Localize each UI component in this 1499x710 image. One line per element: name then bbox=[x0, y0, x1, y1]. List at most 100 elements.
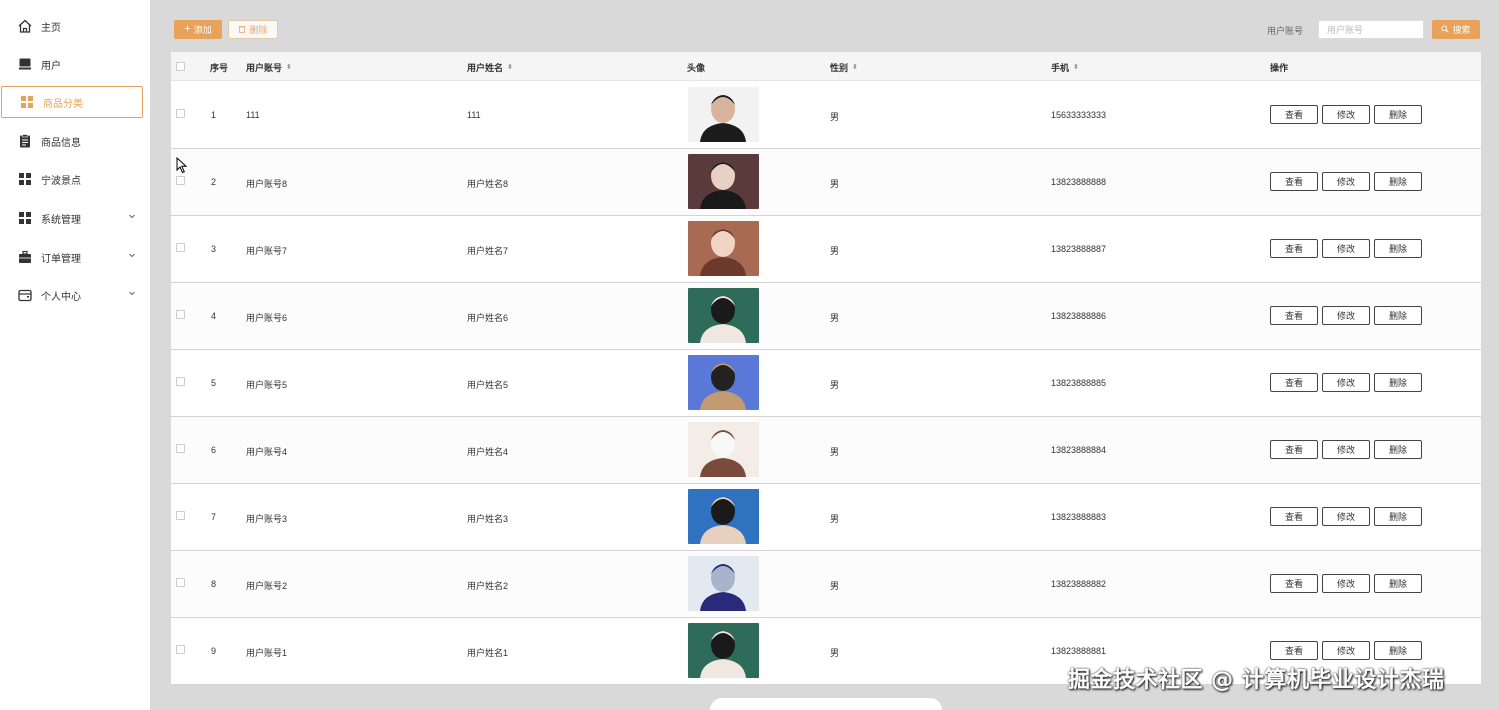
delete-button[interactable]: 删除 bbox=[1374, 440, 1422, 459]
row-phone: 13823888886 bbox=[1051, 311, 1107, 321]
table-row: 2 用户账号8 用户姓名8 男 13823888888 查看 修改 删除 bbox=[171, 149, 1481, 216]
delete-button[interactable]: 删除 bbox=[1374, 507, 1422, 526]
header-account-label: 用户账号 bbox=[246, 63, 283, 73]
row-name: 用户姓名5 bbox=[467, 380, 509, 390]
delete-button[interactable]: 删除 bbox=[1374, 105, 1422, 124]
delete-button[interactable]: 删除 bbox=[1374, 306, 1422, 325]
row-checkbox[interactable] bbox=[176, 444, 185, 453]
row-index: 3 bbox=[211, 244, 217, 254]
row-name: 用户姓名3 bbox=[467, 514, 509, 524]
sidebar-item-label: 系统管理 bbox=[41, 214, 81, 226]
sidebar-item[interactable]: 订单管理 bbox=[0, 241, 150, 273]
view-button[interactable]: 查看 bbox=[1270, 574, 1318, 593]
edit-button[interactable]: 修改 bbox=[1322, 306, 1370, 325]
row-checkbox[interactable] bbox=[176, 176, 185, 185]
row-account: 用户账号3 bbox=[246, 514, 288, 524]
view-button[interactable]: 查看 bbox=[1270, 373, 1318, 392]
sidebar-item[interactable]: 系统管理 bbox=[0, 202, 150, 234]
sidebar-item[interactable]: 宁波景点 bbox=[0, 163, 150, 195]
row-checkbox[interactable] bbox=[176, 377, 185, 386]
sidebar-item-label: 商品分类 bbox=[43, 98, 83, 110]
row-index: 1 bbox=[211, 110, 217, 120]
row-checkbox[interactable] bbox=[176, 511, 185, 520]
view-button[interactable]: 查看 bbox=[1270, 306, 1318, 325]
row-name: 用户姓名7 bbox=[467, 246, 509, 256]
search-button[interactable]: 搜索 bbox=[1432, 20, 1480, 39]
row-gender: 男 bbox=[830, 246, 840, 256]
search-input[interactable] bbox=[1318, 20, 1424, 39]
row-account: 用户账号5 bbox=[246, 380, 288, 390]
row-gender: 男 bbox=[830, 380, 840, 390]
row-account: 111 bbox=[246, 110, 260, 120]
edit-button[interactable]: 修改 bbox=[1322, 574, 1370, 593]
header-phone[interactable]: 手机 ⬍ bbox=[1051, 61, 1079, 74]
view-button[interactable]: 查看 bbox=[1270, 172, 1318, 191]
row-checkbox[interactable] bbox=[176, 109, 185, 118]
watermark: 掘金技术社区 @ 计算机毕业设计杰瑞 bbox=[1068, 668, 1445, 693]
mouse-cursor-icon bbox=[176, 156, 188, 177]
user-icon bbox=[17, 56, 33, 72]
edit-button[interactable]: 修改 bbox=[1322, 172, 1370, 191]
pagination[interactable] bbox=[710, 698, 942, 710]
edit-button[interactable]: 修改 bbox=[1322, 507, 1370, 526]
row-checkbox[interactable] bbox=[176, 645, 185, 654]
delete-button[interactable]: 删除 bbox=[1374, 172, 1422, 191]
sidebar-item-label: 商品信息 bbox=[41, 137, 81, 149]
row-phone: 13823888884 bbox=[1051, 445, 1107, 455]
sidebar-item-label: 主页 bbox=[41, 22, 61, 34]
sort-icon[interactable]: ⬍ bbox=[1073, 64, 1079, 71]
header-actions: 操作 bbox=[1270, 61, 1288, 74]
view-button[interactable]: 查看 bbox=[1270, 507, 1318, 526]
header-name-label: 用户姓名 bbox=[467, 63, 504, 73]
sidebar-item[interactable]: 商品信息 bbox=[0, 125, 150, 157]
batch-delete-button[interactable]: 删除 bbox=[228, 20, 278, 39]
sidebar-item[interactable]: 个人中心 bbox=[0, 279, 150, 311]
edit-button[interactable]: 修改 bbox=[1322, 239, 1370, 258]
sidebar-item[interactable]: 用户 bbox=[0, 48, 150, 80]
row-account: 用户账号6 bbox=[246, 313, 288, 323]
row-gender: 男 bbox=[830, 179, 840, 189]
avatar bbox=[688, 221, 759, 276]
add-button[interactable]: + 添加 bbox=[174, 20, 222, 39]
sort-icon[interactable]: ⬍ bbox=[852, 64, 858, 71]
view-button[interactable]: 查看 bbox=[1270, 641, 1318, 660]
view-button[interactable]: 查看 bbox=[1270, 239, 1318, 258]
row-gender: 男 bbox=[830, 447, 840, 457]
edit-button[interactable]: 修改 bbox=[1322, 373, 1370, 392]
header-index-label: 序号 bbox=[210, 63, 229, 73]
row-checkbox[interactable] bbox=[176, 578, 185, 587]
table-row: 4 用户账号6 用户姓名6 男 13823888886 查看 修改 删除 bbox=[171, 283, 1481, 350]
sidebar-item[interactable]: 主页 bbox=[0, 10, 150, 42]
row-name: 用户姓名4 bbox=[467, 447, 509, 457]
sidebar-item-label: 订单管理 bbox=[41, 253, 81, 265]
delete-button[interactable]: 删除 bbox=[1374, 239, 1422, 258]
sort-icon[interactable]: ⬍ bbox=[286, 64, 292, 71]
edit-button[interactable]: 修改 bbox=[1322, 641, 1370, 660]
delete-button[interactable]: 删除 bbox=[1374, 641, 1422, 660]
select-all-checkbox[interactable] bbox=[176, 62, 185, 71]
table-row: 5 用户账号5 用户姓名5 男 13823888885 查看 修改 删除 bbox=[171, 350, 1481, 417]
view-button[interactable]: 查看 bbox=[1270, 440, 1318, 459]
row-checkbox[interactable] bbox=[176, 310, 185, 319]
header-gender[interactable]: 性别 ⬍ bbox=[830, 61, 858, 74]
edit-button[interactable]: 修改 bbox=[1322, 440, 1370, 459]
sidebar-item[interactable]: 商品分类 bbox=[1, 86, 143, 118]
add-button-label: 添加 bbox=[193, 25, 212, 35]
row-phone: 13823888885 bbox=[1051, 378, 1107, 388]
table-row: 7 用户账号3 用户姓名3 男 13823888883 查看 修改 删除 bbox=[171, 484, 1481, 551]
avatar bbox=[688, 288, 759, 343]
header-name[interactable]: 用户姓名 ⬍ bbox=[467, 61, 513, 74]
view-button[interactable]: 查看 bbox=[1270, 105, 1318, 124]
avatar bbox=[688, 623, 759, 678]
sort-icon[interactable]: ⬍ bbox=[507, 64, 513, 71]
batch-delete-label: 删除 bbox=[249, 25, 268, 35]
search-icon bbox=[1441, 24, 1450, 35]
row-index: 5 bbox=[211, 378, 217, 388]
header-account[interactable]: 用户账号 ⬍ bbox=[246, 61, 292, 74]
row-gender: 男 bbox=[830, 648, 840, 658]
edit-button[interactable]: 修改 bbox=[1322, 105, 1370, 124]
delete-button[interactable]: 删除 bbox=[1374, 574, 1422, 593]
row-phone: 13823888883 bbox=[1051, 512, 1107, 522]
delete-button[interactable]: 删除 bbox=[1374, 373, 1422, 392]
row-checkbox[interactable] bbox=[176, 243, 185, 252]
